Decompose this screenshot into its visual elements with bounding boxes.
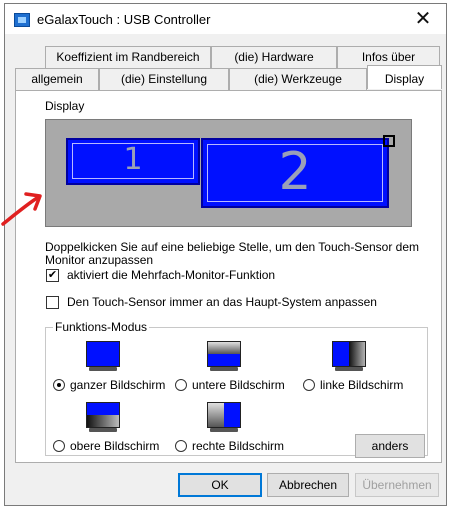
multi-monitor-checkbox[interactable]: ✔ [46,269,59,282]
tab-koeffizient[interactable]: Koeffizient im Randbereich [45,46,211,68]
monitor-2[interactable]: 2 [201,138,389,208]
mode-left-label: linke Bildschirm [320,378,404,392]
mode-top-radio[interactable] [53,440,65,452]
mode-bottom-label: untere Bildschirm [192,378,285,392]
title-bar[interactable]: eGalaxTouch : USB Controller ✕ [5,4,446,34]
mode-right-radio[interactable] [175,440,187,452]
mode-full-label: ganzer Bildschirm [70,378,166,392]
mode-full-radio[interactable] [53,379,65,391]
tab-row-front: allgemein (die) Einstellung (die) Werkze… [15,65,442,90]
ok-button[interactable]: OK [178,473,262,497]
app-icon [14,13,30,27]
function-mode-title: Funktions-Modus [53,320,150,334]
close-icon[interactable]: ✕ [406,7,440,31]
tab-einstellung[interactable]: (die) Einstellung [99,68,229,90]
tab-allgemein[interactable]: allgemein [15,68,99,90]
monitor-1[interactable]: 1 [66,138,200,185]
window-title: eGalaxTouch : USB Controller [37,12,211,27]
dialog-window: eGalaxTouch : USB Controller ✕ Koeffizie… [4,3,447,506]
tab-werkzeuge[interactable]: (die) Werkzeuge [229,68,367,90]
mode-left-radio[interactable] [303,379,315,391]
display-section-label: Display [45,99,85,113]
mode-right-label: rechte Bildschirm [192,439,285,453]
full-screen-icon [86,341,120,372]
display-tab-panel: Display 1 2 Doppelkicken Sie auf eine be… [15,90,442,463]
mode-top-label: obere Bildschirm [70,439,160,453]
annotation-arrow-icon [1,192,42,226]
main-system-checkbox[interactable] [46,296,59,309]
monitor-2-number: 2 [278,142,312,202]
cancel-button[interactable]: Abbrechen [267,473,349,497]
monitor-layout-area[interactable]: 1 2 [45,119,412,227]
resize-handle[interactable] [383,135,395,147]
top-screen-icon [86,402,120,433]
bottom-screen-icon [207,341,241,372]
mode-bottom-radio[interactable] [175,379,187,391]
main-system-label: Den Touch-Sensor immer an das Haupt-Syst… [67,295,377,309]
monitor-1-number: 1 [123,142,143,177]
right-screen-icon [207,402,241,433]
left-screen-icon [332,341,366,372]
apply-button: Übernehmen [355,473,439,497]
multi-monitor-label: aktiviert die Mehrfach-Monitor-Funktion [67,268,276,282]
function-mode-group: Funktions-Modus ganzer Bildschirm untere… [45,320,428,458]
tab-hardware[interactable]: (die) Hardware [211,46,337,68]
tab-display[interactable]: Display [367,65,442,89]
display-hint-text: Doppelkicken Sie auf eine beliebige Stel… [45,240,420,267]
anders-button[interactable]: anders [355,434,425,458]
